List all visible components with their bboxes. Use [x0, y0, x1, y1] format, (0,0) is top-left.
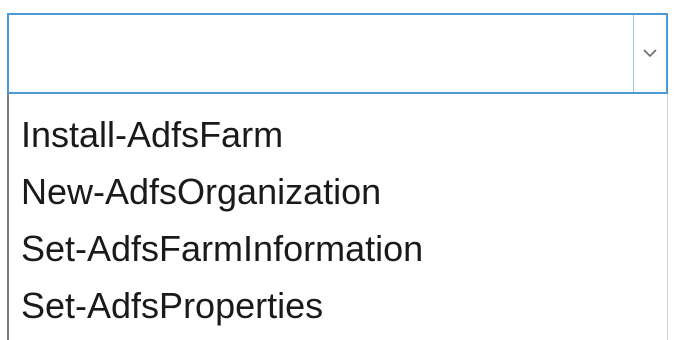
dropdown-toggle-button[interactable]	[633, 15, 666, 92]
option-set-adfsproperties[interactable]: Set-AdfsProperties	[21, 278, 323, 334]
option-new-adfsorganization[interactable]: New-AdfsOrganization	[21, 164, 381, 220]
option-set-adfsfarminformation[interactable]: Set-AdfsFarmInformation	[21, 221, 423, 277]
dropdown-option-list: Install-AdfsFarm New-AdfsOrganization Se…	[7, 94, 668, 340]
chevron-down-icon	[643, 49, 657, 58]
combobox-selected-value[interactable]	[9, 15, 633, 92]
cmdlet-dropdown-panel: Install-AdfsFarm New-AdfsOrganization Se…	[0, 0, 678, 340]
option-install-adfsfarm[interactable]: Install-AdfsFarm	[21, 107, 283, 163]
cmdlet-combobox[interactable]	[7, 13, 668, 94]
